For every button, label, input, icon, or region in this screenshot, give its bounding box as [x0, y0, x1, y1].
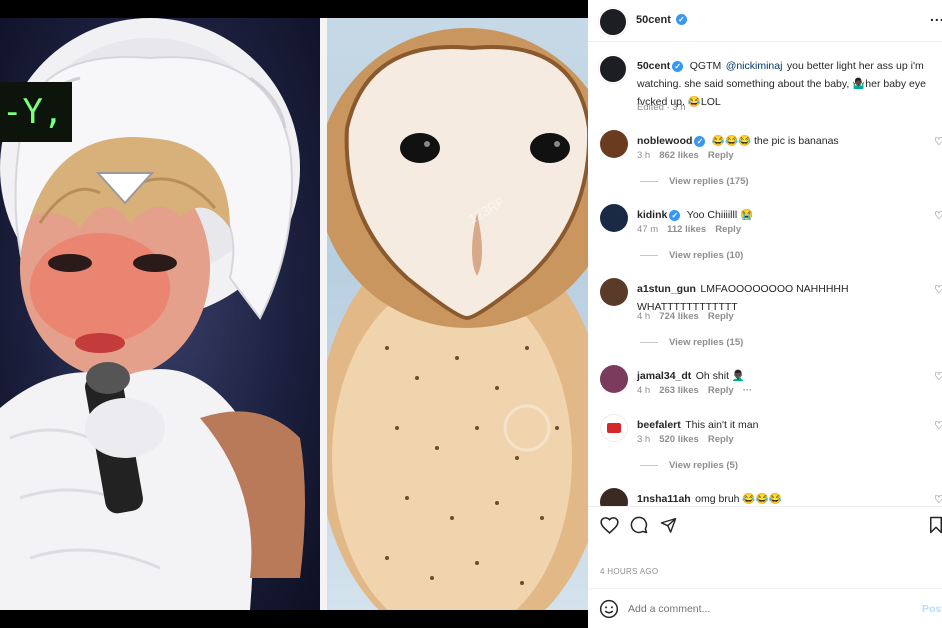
comment-age: 4 h — [637, 385, 651, 396]
list-item: a1stun_gun LMFAOOOOOOOO NAHHHHH WHATTTTT… — [637, 279, 867, 315]
reply-button[interactable]: Reply — [715, 224, 741, 235]
caption-mention[interactable]: @nickiminaj — [726, 60, 783, 72]
caption-text-1: QGTM — [689, 60, 722, 72]
caption-meta: Edited · 3 h — [637, 102, 686, 113]
verified-icon: ✓ — [672, 61, 684, 72]
post-comment-button[interactable]: Post — [922, 603, 942, 615]
comment-username[interactable]: beefalert — [637, 419, 681, 431]
avatar[interactable] — [600, 278, 628, 306]
comment-age: 3 h — [637, 434, 651, 445]
photo-right: 123RF — [327, 18, 588, 610]
heart-icon[interactable]: ♡ — [934, 211, 942, 222]
share-icon — [660, 517, 677, 533]
caption-username[interactable]: 50cent — [637, 60, 670, 72]
comment-meta: 4 h 263 likes Reply ··· — [637, 385, 761, 396]
heart-icon[interactable]: ♡ — [934, 495, 942, 506]
actions-divider — [588, 506, 942, 507]
comment-likes[interactable]: 724 likes — [659, 311, 699, 322]
comment-button[interactable] — [630, 516, 648, 538]
reply-button[interactable]: Reply — [708, 150, 734, 161]
comment-meta: 3 h 520 likes Reply — [637, 434, 743, 445]
avatar[interactable] — [600, 130, 628, 158]
post-media[interactable]: -Y, 123RF — [0, 0, 588, 628]
avatar — [598, 7, 628, 37]
view-replies-button[interactable]: View replies (5) — [640, 460, 738, 471]
comment-icon — [630, 516, 648, 534]
comment-age: 4 h — [637, 311, 651, 322]
comment-text: Oh shit 🤦🏿‍♂️ — [695, 370, 745, 382]
comment-input[interactable] — [628, 600, 908, 618]
share-button[interactable] — [660, 516, 677, 538]
comment-age: 3 h — [637, 150, 651, 161]
comment-meta: 3 h 862 likes Reply — [637, 150, 743, 161]
emoji-button[interactable] — [599, 599, 619, 619]
more-icon[interactable]: ... — [930, 8, 942, 24]
comment-likes[interactable]: 520 likes — [659, 434, 699, 445]
reply-button[interactable]: Reply — [708, 434, 734, 445]
comment-likes[interactable]: 112 likes — [667, 224, 706, 235]
comment-age: 47 m — [637, 224, 659, 235]
avatar — [598, 54, 628, 84]
verified-icon: ✓ — [669, 210, 681, 221]
comment-text: This ain't it man — [685, 419, 759, 431]
bookmark-icon — [930, 516, 942, 534]
heart-icon[interactable]: ♡ — [934, 285, 942, 296]
avatar[interactable] — [600, 365, 628, 393]
view-replies-button[interactable]: View replies (175) — [640, 176, 749, 187]
comment-meta: 4 h 724 likes Reply — [637, 311, 743, 322]
caption-overlay: -Y, — [0, 82, 72, 142]
header-username[interactable]: 50cent — [636, 14, 671, 26]
list-item: noblewood ✓ 😂😂😂 the pic is bananas — [637, 131, 927, 149]
list-item: 1nsha11ah omg bruh 😂😂😂 — [637, 489, 927, 506]
reply-button[interactable]: Reply — [708, 385, 734, 396]
comment-username[interactable]: a1stun_gun — [637, 283, 696, 295]
emoji-icon — [599, 599, 619, 619]
comment-bar-divider — [588, 588, 942, 589]
author-avatar-ring[interactable] — [598, 7, 628, 37]
comment-username[interactable]: noblewood — [637, 135, 692, 147]
view-replies-button[interactable]: View replies (15) — [640, 337, 743, 348]
verified-icon: ✓ — [676, 14, 687, 25]
comment-username[interactable]: 1nsha11ah — [637, 493, 691, 505]
comment-meta: 47 m 112 likes Reply — [637, 224, 750, 235]
save-button[interactable] — [928, 516, 942, 538]
list-item: beefalert This ain't it man — [637, 415, 927, 433]
comment-text: Yoo Chiiiilll 😭 — [686, 209, 754, 221]
comment-more-icon[interactable]: ··· — [743, 385, 753, 396]
avatar-logo — [607, 423, 621, 433]
verified-icon: ✓ — [694, 136, 706, 147]
photo-left: -Y, — [0, 18, 320, 610]
view-replies-button[interactable]: View replies (10) — [640, 250, 743, 261]
comment-likes[interactable]: 263 likes — [659, 385, 699, 396]
list-item: kidink ✓ Yoo Chiiiilll 😭 — [637, 205, 927, 223]
image-divider — [320, 18, 327, 610]
like-button[interactable] — [600, 516, 619, 538]
heart-icon[interactable]: ♡ — [934, 137, 942, 148]
heart-icon[interactable]: ♡ — [934, 421, 942, 432]
header-divider — [588, 41, 942, 42]
heart-icon[interactable]: ♡ — [934, 372, 942, 383]
list-item: jamal34_dt Oh shit 🤦🏿‍♂️ — [637, 366, 927, 384]
comment-likes[interactable]: 862 likes — [659, 150, 699, 161]
post-timestamp[interactable]: 4 HOURS AGO — [600, 567, 658, 576]
caption-avatar-ring[interactable] — [598, 54, 628, 84]
heart-icon — [600, 517, 619, 534]
post-side-panel: 50cent ✓ ... 50cent✓ QGTM @nickiminaj yo… — [588, 0, 942, 628]
post-header: 50cent ✓ ... — [588, 0, 942, 42]
comment-text: 😂😂😂 the pic is bananas — [711, 135, 839, 147]
comment-username[interactable]: kidink — [637, 209, 667, 221]
comment-clip: 1nsha11ah omg bruh 😂😂😂 ♡ — [588, 482, 942, 506]
avatar[interactable] — [600, 488, 628, 506]
comment-text: omg bruh 😂😂😂 — [695, 493, 782, 505]
reply-button[interactable]: Reply — [708, 311, 734, 322]
avatar[interactable] — [600, 204, 628, 232]
comment-username[interactable]: jamal34_dt — [637, 370, 691, 382]
owl-illustration — [327, 28, 588, 610]
avatar[interactable] — [600, 414, 628, 442]
